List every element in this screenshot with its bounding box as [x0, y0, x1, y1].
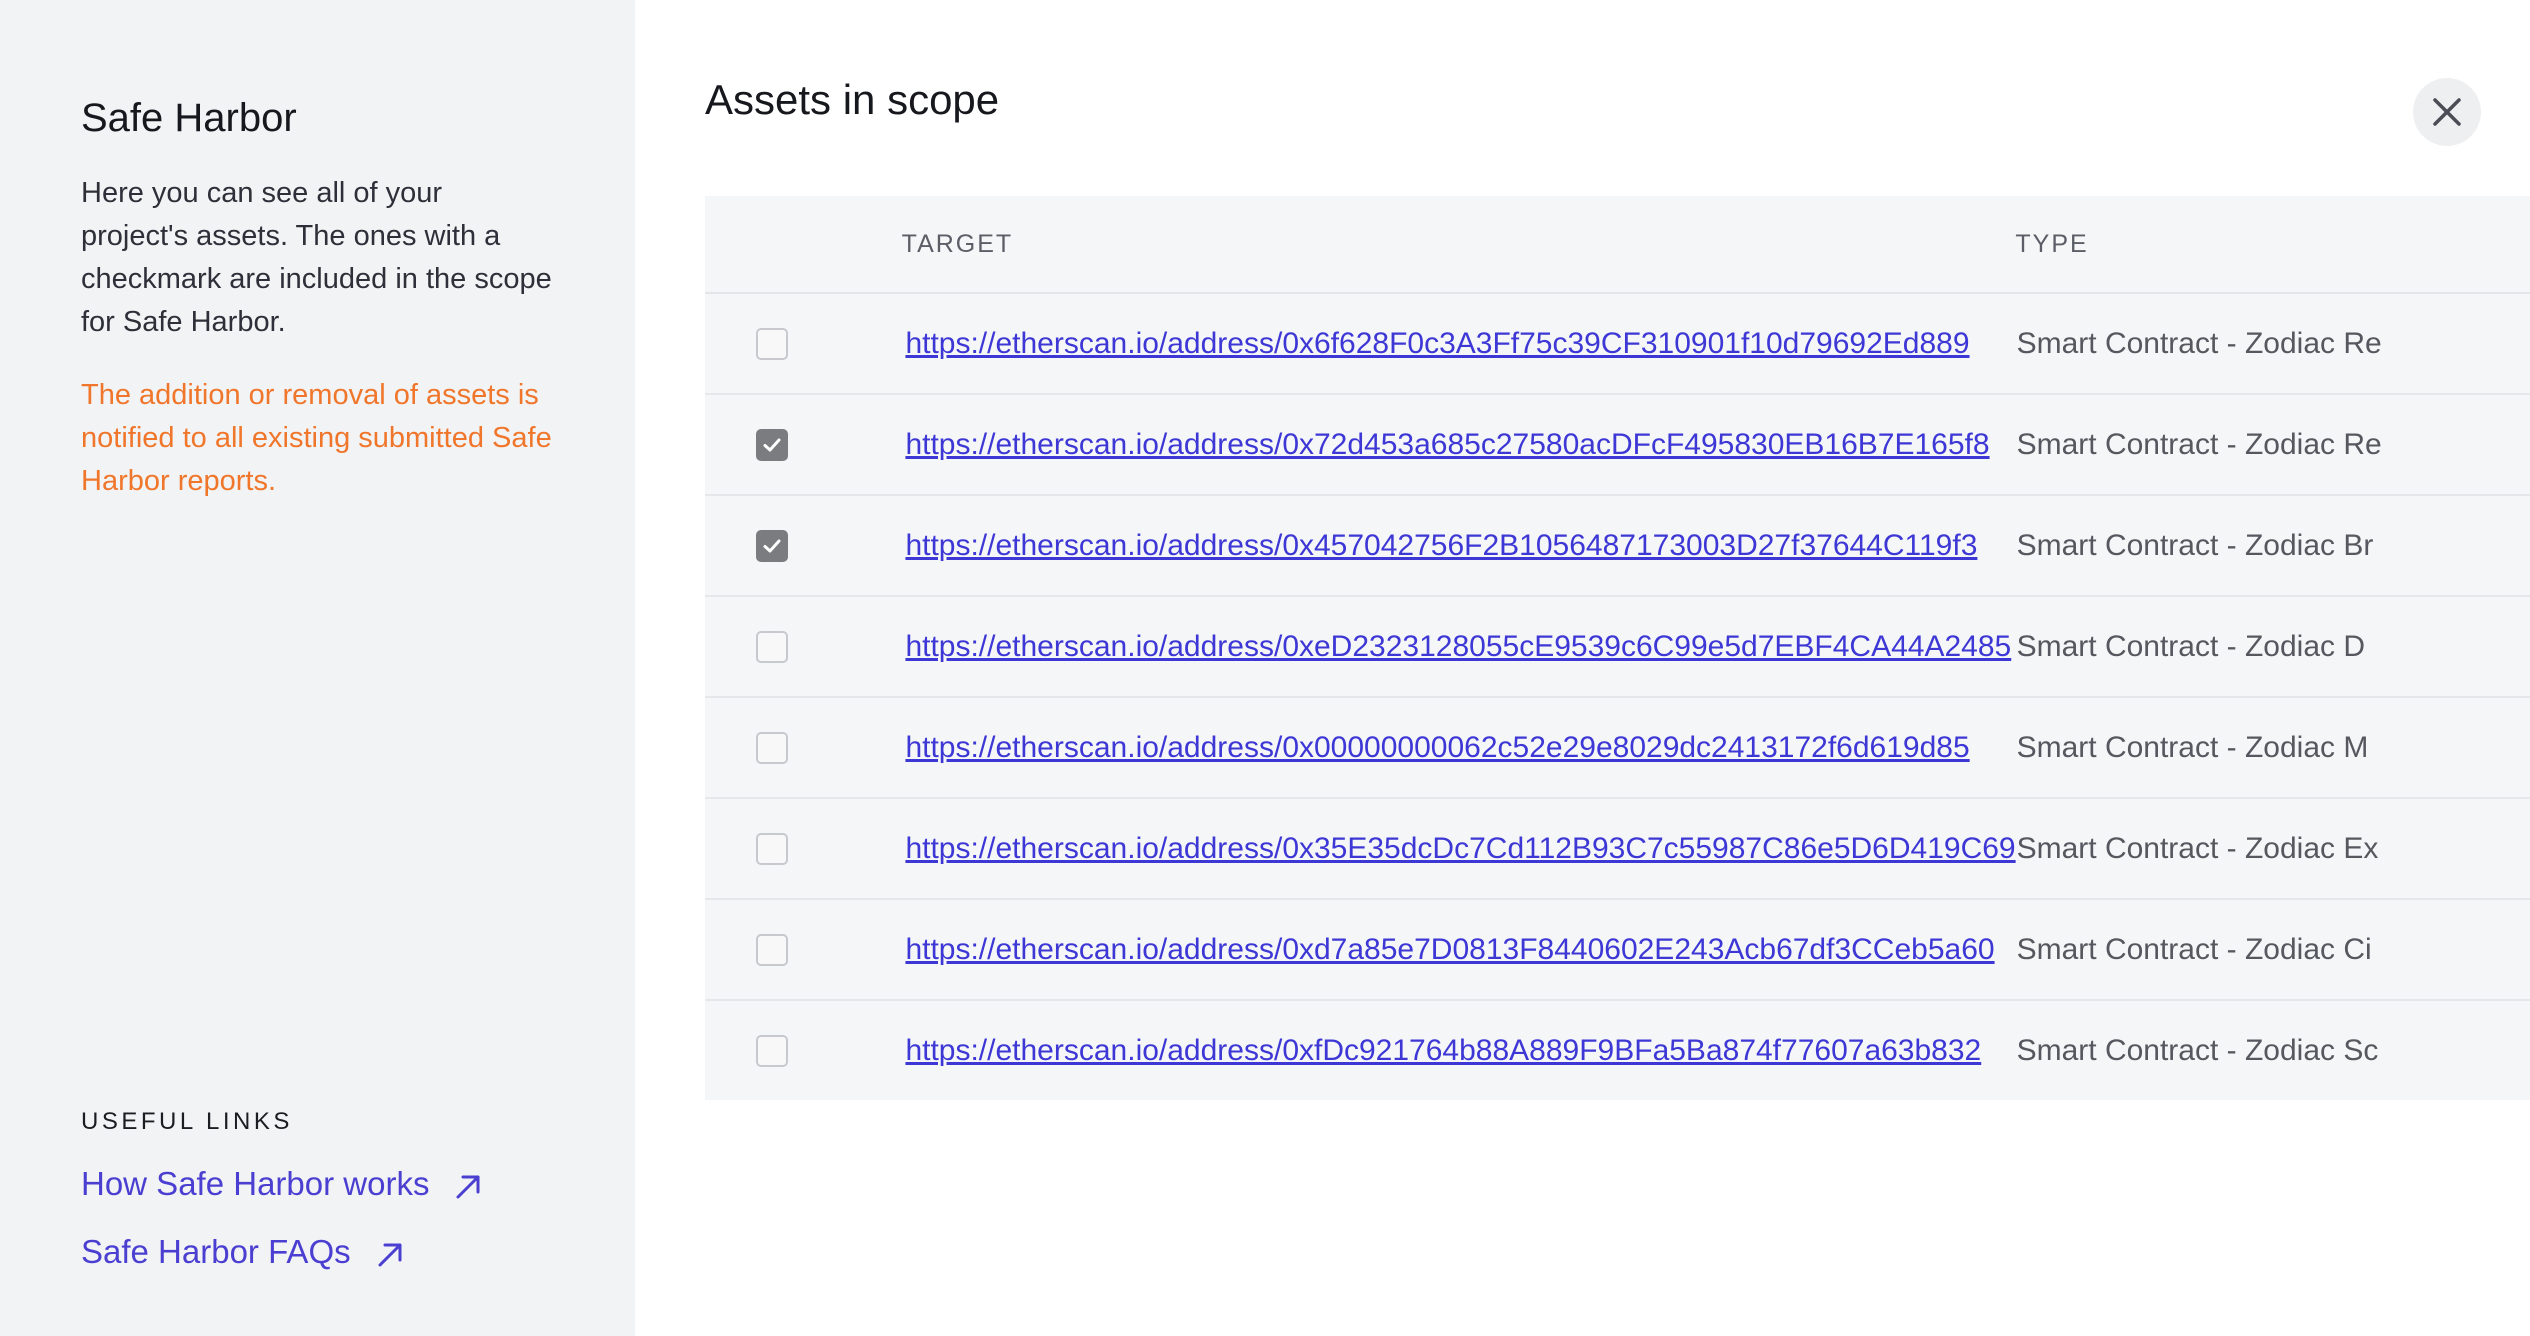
- app-window: Safe Harbor Here you can see all of your…: [0, 0, 2530, 1336]
- target-link[interactable]: https://etherscan.io/address/0x457042756…: [905, 529, 2016, 563]
- table-body: https://etherscan.io/address/0x6f628F0c3…: [705, 294, 2530, 1100]
- row-checkbox[interactable]: [756, 529, 788, 562]
- table-row: https://etherscan.io/address/0x457042756…: [705, 496, 2530, 597]
- close-button[interactable]: [2413, 78, 2481, 146]
- main-panel: Assets in scope TARGET TYPE https://ethe…: [635, 0, 2530, 1336]
- assets-table: TARGET TYPE https://etherscan.io/address…: [705, 196, 2530, 1100]
- target-link[interactable]: https://etherscan.io/address/0x000000000…: [905, 731, 2016, 765]
- asset-type: Smart Contract - Zodiac Ex: [2016, 831, 2379, 865]
- asset-type: Smart Contract - Zodiac Re: [2016, 427, 2382, 461]
- row-checkbox[interactable]: [756, 327, 788, 360]
- external-arrow-icon: [375, 1237, 405, 1267]
- table-row: https://etherscan.io/address/0x6f628F0c3…: [705, 294, 2530, 395]
- target-link[interactable]: https://etherscan.io/address/0xeD2323128…: [905, 630, 2016, 664]
- table-row: https://etherscan.io/address/0xd7a85e7D0…: [705, 900, 2530, 1001]
- sidebar-description: Here you can see all of your project's a…: [81, 177, 552, 338]
- header-target: TARGET: [901, 229, 1014, 258]
- row-checkbox[interactable]: [756, 832, 788, 865]
- asset-type: Smart Contract - Zodiac Ci: [2016, 932, 2372, 966]
- header-type: TYPE: [2015, 229, 2089, 258]
- sidebar-warning: The addition or removal of assets is not…: [81, 379, 552, 497]
- row-checkbox[interactable]: [756, 731, 788, 764]
- target-link[interactable]: https://etherscan.io/address/0x35E35dcDc…: [905, 832, 2016, 866]
- useful-links: USEFUL LINKS How Safe Harbor works Safe …: [81, 1108, 483, 1298]
- page-title: Assets in scope: [705, 76, 1000, 123]
- checkmark-icon: [763, 438, 781, 451]
- table-row: https://etherscan.io/address/0xfDc921764…: [705, 1001, 2530, 1100]
- external-arrow-icon: [453, 1169, 483, 1199]
- asset-type: Smart Contract - Zodiac Br: [2016, 528, 2374, 562]
- row-checkbox[interactable]: [756, 428, 788, 461]
- link-safe-harbor-faqs[interactable]: Safe Harbor FAQs: [81, 1230, 483, 1274]
- link-label: How Safe Harbor works: [81, 1165, 430, 1202]
- checkmark-icon: [763, 539, 781, 552]
- target-link[interactable]: https://etherscan.io/address/0x6f628F0c3…: [905, 327, 2016, 361]
- table-row: https://etherscan.io/address/0xeD2323128…: [705, 597, 2530, 698]
- row-checkbox[interactable]: [756, 1034, 788, 1067]
- target-link[interactable]: https://etherscan.io/address/0xd7a85e7D0…: [905, 933, 2016, 967]
- sidebar-title: Safe Harbor: [81, 96, 297, 140]
- asset-type: Smart Contract - Zodiac Sc: [2016, 1033, 2379, 1067]
- close-icon: [2433, 98, 2461, 126]
- table-row: https://etherscan.io/address/0x35E35dcDc…: [705, 799, 2530, 900]
- useful-links-heading: USEFUL LINKS: [81, 1108, 293, 1135]
- link-how-safe-harbor-works[interactable]: How Safe Harbor works: [81, 1162, 483, 1206]
- sidebar: Safe Harbor Here you can see all of your…: [0, 0, 635, 1336]
- table-row: https://etherscan.io/address/0x72d453a68…: [705, 395, 2530, 496]
- asset-type: Smart Contract - Zodiac M: [2016, 730, 2369, 764]
- table-row: https://etherscan.io/address/0x000000000…: [705, 698, 2530, 799]
- asset-type: Smart Contract - Zodiac Re: [2016, 326, 2382, 360]
- asset-type: Smart Contract - Zodiac D: [2016, 629, 2366, 663]
- target-link[interactable]: https://etherscan.io/address/0x72d453a68…: [905, 428, 2016, 462]
- row-checkbox[interactable]: [756, 630, 788, 663]
- row-checkbox[interactable]: [756, 933, 788, 966]
- target-link[interactable]: https://etherscan.io/address/0xfDc921764…: [905, 1034, 2016, 1068]
- link-label: Safe Harbor FAQs: [81, 1233, 351, 1270]
- table-header: TARGET TYPE: [705, 196, 2530, 294]
